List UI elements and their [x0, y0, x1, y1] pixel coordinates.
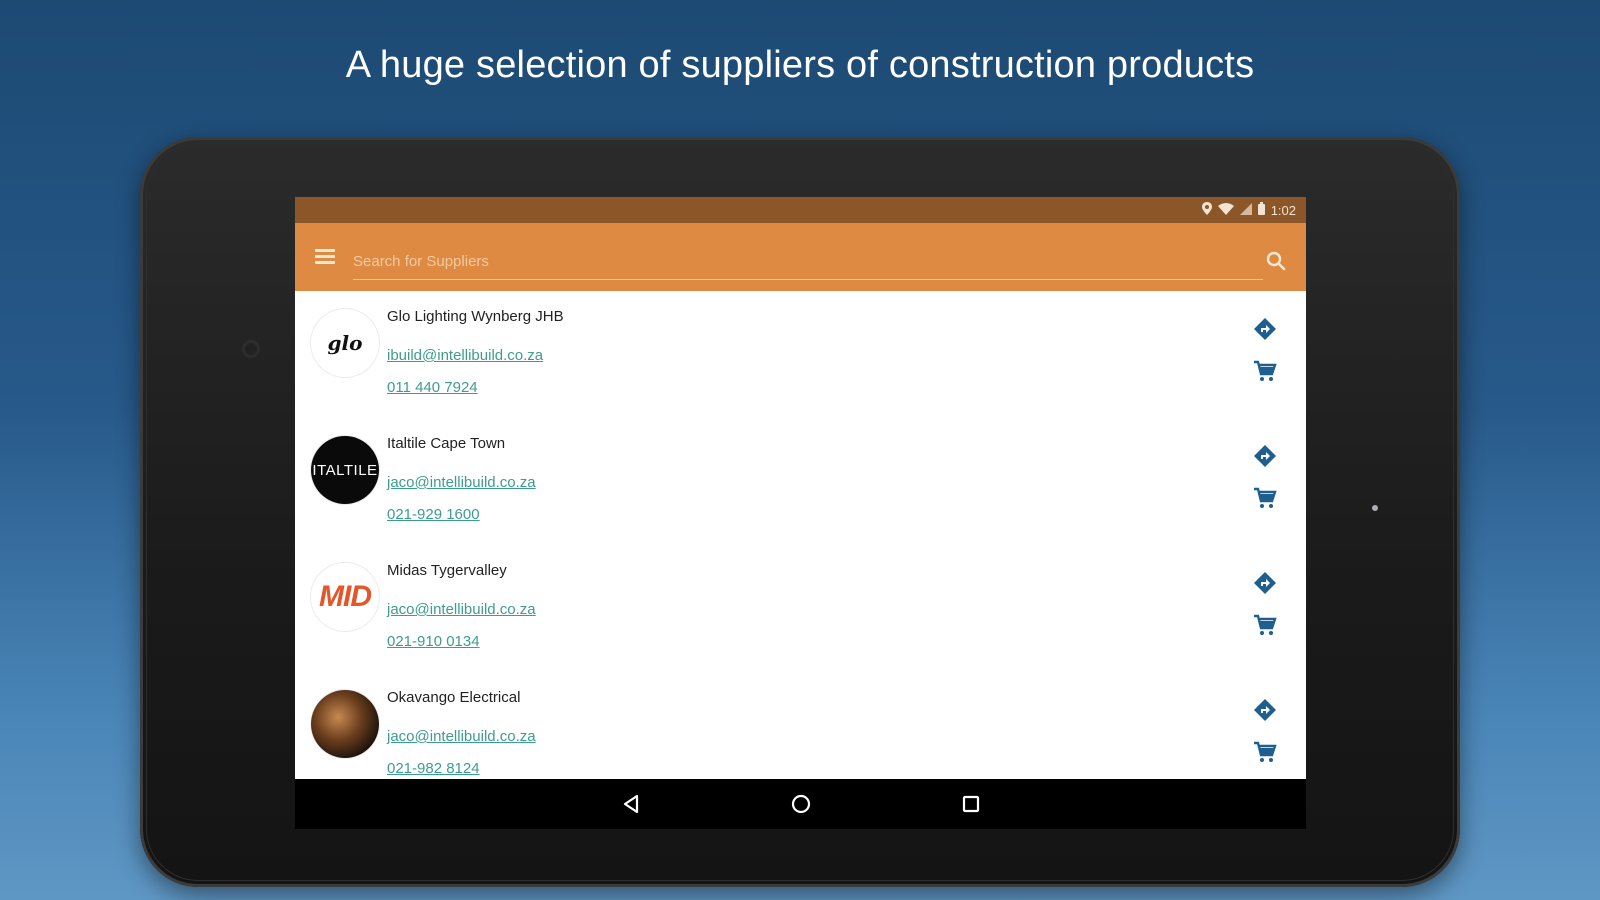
wifi-icon	[1217, 202, 1234, 218]
supplier-logo: ITALTILE	[311, 436, 379, 504]
search-icon[interactable]	[1265, 250, 1287, 272]
status-time: 1:02	[1270, 202, 1296, 218]
supplier-list: glo Glo Lighting Wynberg JHB ibuild@inte…	[295, 291, 1306, 799]
system-nav-bar	[295, 779, 1306, 829]
supplier-logo: glo	[311, 309, 379, 377]
back-icon[interactable]	[611, 784, 651, 824]
supplier-logo: MID	[311, 563, 379, 631]
logo-text: glo	[327, 331, 363, 355]
home-icon[interactable]	[781, 784, 821, 824]
directions-icon[interactable]	[1253, 317, 1277, 341]
status-bar: 1:02	[295, 197, 1306, 223]
supplier-email-link[interactable]: jaco@intellibuild.co.za	[387, 601, 536, 618]
supplier-email-link[interactable]: ibuild@intellibuild.co.za	[387, 347, 543, 364]
supplier-name: Italtile Cape Town	[387, 435, 506, 452]
cart-icon[interactable]	[1253, 359, 1277, 383]
directions-icon[interactable]	[1253, 444, 1277, 468]
cart-icon[interactable]	[1253, 486, 1277, 510]
supplier-name: Glo Lighting Wynberg JHB	[387, 308, 564, 325]
directions-icon[interactable]	[1253, 571, 1277, 595]
supplier-search-input[interactable]	[353, 243, 1263, 280]
supplier-name: Midas Tygervalley	[387, 562, 507, 579]
list-item[interactable]: glo Glo Lighting Wynberg JHB ibuild@inte…	[295, 291, 1306, 418]
supplier-phone-link[interactable]: 011 440 7924	[387, 379, 478, 396]
supplier-logo	[311, 690, 379, 758]
supplier-phone-link[interactable]: 021-910 0134	[387, 633, 480, 650]
logo-text: MID	[319, 580, 372, 613]
supplier-phone-link[interactable]: 021-982 8124	[387, 760, 480, 777]
supplier-name: Okavango Electrical	[387, 689, 521, 706]
list-item[interactable]: ITALTILE Italtile Cape Town jaco@intelli…	[295, 418, 1306, 545]
signal-icon	[1239, 202, 1252, 218]
supplier-email-link[interactable]: jaco@intellibuild.co.za	[387, 728, 536, 745]
supplier-email-link[interactable]: jaco@intellibuild.co.za	[387, 474, 536, 491]
recents-icon[interactable]	[951, 784, 991, 824]
battery-icon	[1257, 202, 1265, 218]
page-headline: A huge selection of suppliers of constru…	[345, 44, 1255, 86]
directions-icon[interactable]	[1253, 698, 1277, 722]
light-sensor	[1372, 505, 1378, 511]
logo-text: ITALTILE	[312, 461, 378, 479]
hamburger-menu-icon[interactable]	[315, 249, 335, 264]
cart-icon[interactable]	[1253, 740, 1277, 764]
supplier-phone-link[interactable]: 021-929 1600	[387, 506, 480, 523]
location-icon	[1201, 202, 1212, 218]
app-toolbar	[295, 223, 1306, 291]
cart-icon[interactable]	[1253, 613, 1277, 637]
front-camera	[242, 340, 260, 358]
app-screen: 1:02 glo Glo Lighting Wynberg JHB ibuild…	[295, 197, 1306, 829]
list-item[interactable]: MID Midas Tygervalley jaco@intellibuild.…	[295, 545, 1306, 672]
